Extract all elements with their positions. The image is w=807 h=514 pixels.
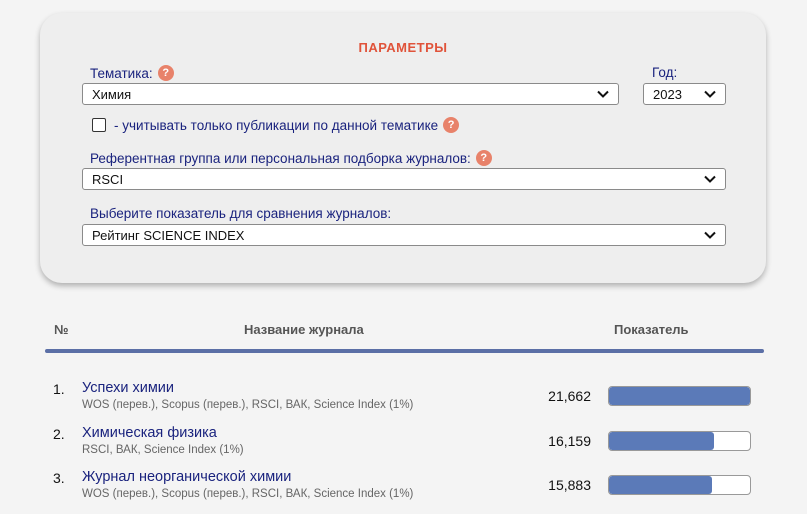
indicator-value: 16,159: [548, 433, 591, 449]
checkbox-label: - учитывать только публикации по данной …: [114, 117, 439, 133]
row-number: 2.: [53, 426, 65, 442]
indicator-bar-fill: [609, 476, 713, 494]
year-select[interactable]: 2023: [643, 83, 726, 105]
year-select-value: 2023: [653, 86, 682, 102]
column-header-number: №: [54, 322, 69, 337]
help-icon[interactable]: ?: [475, 150, 492, 166]
help-icon[interactable]: ?: [443, 117, 460, 133]
topic-select[interactable]: Химия: [82, 83, 619, 105]
indicator-bar: [608, 386, 751, 406]
table-divider: [45, 349, 764, 353]
panel-title: ПАРАМЕТРЫ: [358, 40, 448, 55]
row-number: 3.: [53, 470, 65, 486]
indicator-bar-fill: [609, 432, 715, 450]
journal-link[interactable]: Успехи химии: [82, 380, 174, 396]
topic-label-row: Тематика: ?: [90, 65, 174, 81]
journal-link[interactable]: Химическая физика: [82, 425, 217, 441]
group-select-value: RSCI: [92, 171, 124, 187]
column-header-title[interactable]: Название журнала: [244, 322, 364, 337]
topic-label: Тематика:: [90, 65, 153, 81]
parameters-panel: ПАРАМЕТРЫ Тематика: ? Химия Год: 2023 - …: [40, 13, 766, 283]
column-header-value[interactable]: Показатель: [614, 322, 689, 337]
indicator-select[interactable]: Рейтинг SCIENCE INDEX: [82, 224, 726, 246]
indicator-bar-fill: [609, 387, 750, 405]
chevron-down-icon: [704, 231, 716, 239]
journal-link[interactable]: Журнал неорганической химии: [82, 469, 291, 485]
help-icon[interactable]: ?: [157, 65, 174, 81]
table-row: 1. Успехи химии WOS (перев.), Scopus (пе…: [0, 380, 807, 421]
indicator-bar: [608, 475, 751, 495]
row-number: 1.: [53, 381, 65, 397]
topic-select-value: Химия: [92, 86, 132, 102]
group-select[interactable]: RSCI: [82, 168, 726, 190]
indicator-bar: [608, 431, 751, 451]
group-label: Референтная группа или персональная подб…: [90, 150, 471, 166]
group-label-row: Референтная группа или персональная подб…: [90, 150, 492, 166]
chevron-down-icon: [597, 90, 609, 98]
journal-indexing: WOS (перев.), Scopus (перев.), RSCI, ВАК…: [82, 399, 414, 411]
indicator-value: 15,883: [548, 477, 591, 493]
chevron-down-icon: [704, 175, 716, 183]
indicator-label: Выберите показатель для сравнения журнал…: [90, 206, 392, 221]
indicator-select-value: Рейтинг SCIENCE INDEX: [92, 227, 245, 243]
journal-indexing: WOS (перев.), Scopus (перев.), RSCI, ВАК…: [82, 488, 414, 500]
table-row: 3. Журнал неорганической химии WOS (пере…: [0, 469, 807, 510]
table-row: 2. Химическая физика RSCI, ВАК, Science …: [0, 425, 807, 466]
indicator-value: 21,662: [548, 388, 591, 404]
chevron-down-icon: [704, 90, 716, 98]
journal-indexing: RSCI, ВАК, Science Index (1%): [82, 444, 244, 456]
checkbox-label-row: - учитывать только публикации по данной …: [114, 117, 460, 133]
year-label: Год:: [652, 65, 678, 80]
topic-only-checkbox[interactable]: [92, 118, 106, 132]
